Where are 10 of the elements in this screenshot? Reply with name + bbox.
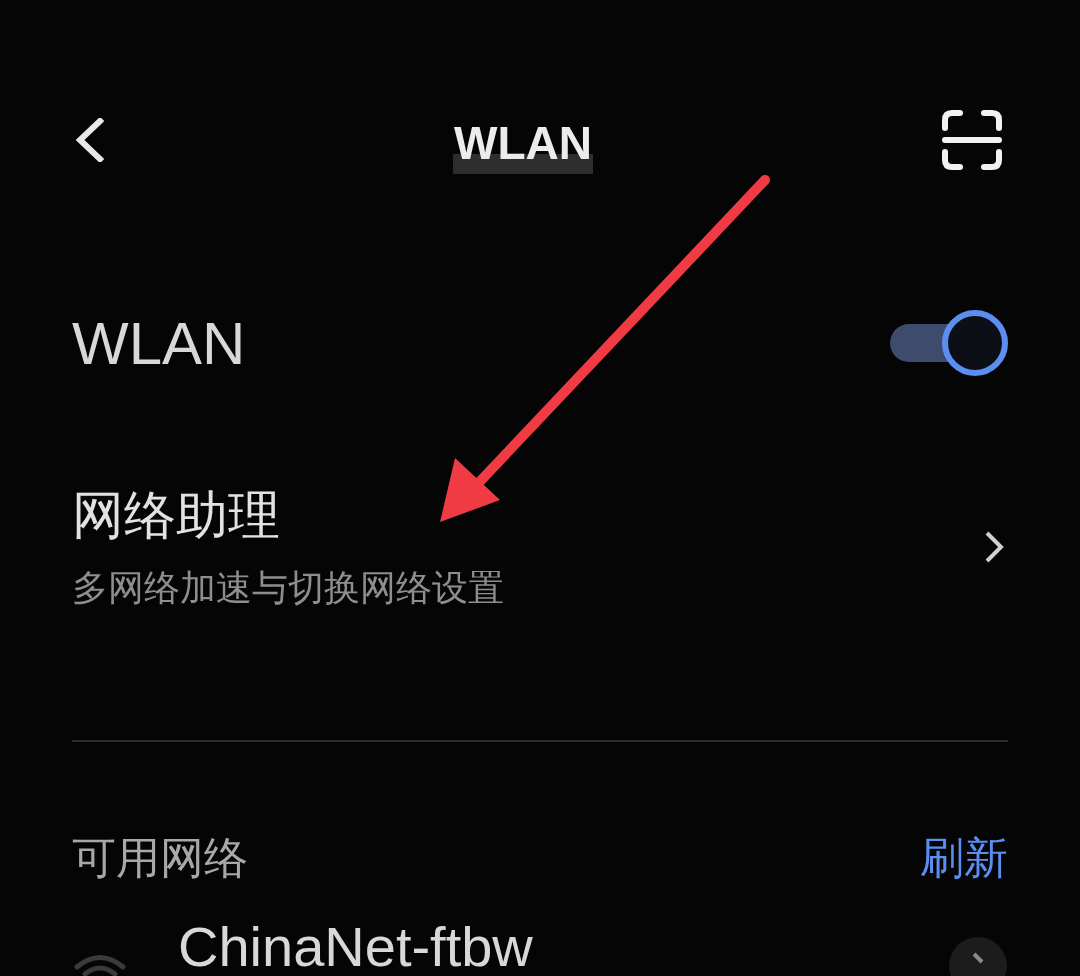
setting-title: 网络助理 (72, 485, 281, 546)
refresh-link[interactable]: 刷新 (920, 832, 1008, 884)
wlan-toggle[interactable] (890, 310, 1008, 376)
network-name[interactable]: ChinaNet-ftbw (178, 918, 948, 976)
back-icon[interactable] (74, 118, 104, 162)
setting-description: 多网络加速与切换网络设置 (72, 566, 504, 610)
wifi-icon (74, 952, 126, 976)
setting-label: WLAN (72, 308, 246, 378)
scan-icon[interactable] (942, 110, 1002, 170)
section-heading: 可用网络 (72, 832, 248, 884)
